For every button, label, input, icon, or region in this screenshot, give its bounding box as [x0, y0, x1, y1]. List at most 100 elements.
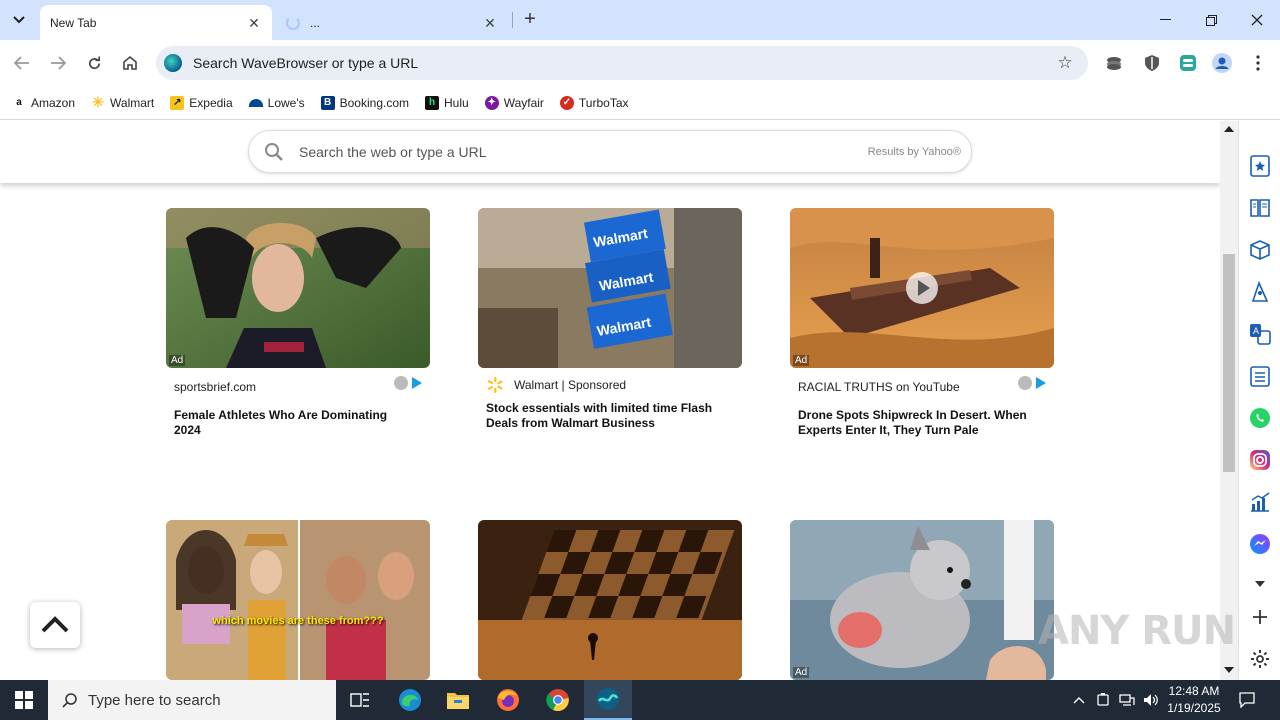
taskbar-search-box[interactable]: Type here to search — [48, 680, 336, 720]
ad-choice-icons[interactable] — [1018, 376, 1046, 390]
wavebrowser-taskbar-icon[interactable] — [584, 680, 632, 720]
card-title[interactable]: Stock essentials with limited time Flash… — [486, 401, 726, 431]
bookmark-amazon[interactable]: a Amazon — [12, 95, 76, 110]
settings-gear-icon[interactable] — [1248, 647, 1272, 671]
tray-chevron-up-icon[interactable] — [1068, 680, 1090, 720]
file-explorer-icon[interactable] — [434, 680, 482, 720]
page-scrollbar[interactable] — [1220, 121, 1238, 680]
chrome-icon[interactable] — [534, 680, 582, 720]
package-box-icon[interactable] — [1248, 238, 1272, 262]
tab-search-chevron-icon[interactable] — [6, 7, 32, 33]
bookmark-hulu[interactable]: h Hulu — [425, 95, 469, 110]
shopping-tag-icon[interactable] — [1248, 280, 1272, 304]
card-thumbnail[interactable]: Ad — [166, 208, 430, 368]
news-card[interactable]: Ad sportsbrief.com Female Athletes Who A… — [166, 208, 430, 437]
reload-icon[interactable] — [80, 49, 108, 77]
reading-list-icon[interactable] — [1248, 196, 1272, 220]
clock-time: 12:48 AM — [1168, 684, 1220, 698]
ad-info-icon[interactable] — [1018, 376, 1032, 390]
taskbar-clock[interactable]: 12:48 AM 1/19/2025 — [1162, 683, 1226, 717]
browser-toolbar: Search WaveBrowser or type a URL ☆ — [0, 40, 1280, 86]
card-title[interactable]: Drone Spots Shipwreck In Desert. When Ex… — [798, 408, 1038, 438]
task-view-icon[interactable] — [336, 680, 384, 720]
forward-arrow-icon[interactable] — [44, 49, 72, 77]
card-thumbnail[interactable]: which movies are these from??? — [166, 520, 430, 680]
windows-taskbar: Type here to search 12:48 AM 1/19/2025 — [0, 680, 1280, 720]
volume-icon[interactable] — [1140, 680, 1162, 720]
adchoices-icon[interactable] — [1036, 377, 1046, 389]
wave-extension-icon[interactable] — [1102, 51, 1126, 75]
bookmark-label: Booking.com — [339, 95, 409, 110]
edge-browser-icon[interactable] — [386, 680, 434, 720]
bookmark-lowes[interactable]: Lowe's — [248, 96, 305, 110]
tray-device-icon[interactable] — [1092, 680, 1114, 720]
profile-avatar-icon[interactable] — [1210, 51, 1234, 75]
home-icon[interactable] — [116, 49, 144, 77]
news-card[interactable] — [478, 520, 742, 680]
tab-close-icon[interactable]: ✕ — [246, 15, 262, 31]
scroll-up-arrow-icon[interactable] — [1224, 126, 1234, 132]
address-bar-placeholder: Search WaveBrowser or type a URL — [193, 55, 419, 71]
card-thumbnail[interactable]: Ad — [790, 520, 1054, 680]
bookmark-wayfair[interactable]: ✦ Wayfair — [484, 95, 544, 110]
bookmark-booking[interactable]: B Booking.com — [320, 95, 409, 110]
page-search-input[interactable] — [299, 143, 868, 160]
messenger-icon[interactable] — [1248, 532, 1272, 556]
news-card[interactable]: Ad — [790, 520, 1054, 680]
checklist-icon[interactable] — [1248, 364, 1272, 388]
instagram-icon[interactable] — [1248, 448, 1272, 472]
scroll-down-arrow-icon[interactable] — [1224, 667, 1234, 673]
shield-icon[interactable] — [1140, 51, 1164, 75]
walmart-icon: ✳ — [91, 94, 106, 110]
close-window-button[interactable] — [1234, 0, 1280, 40]
tab-new-tab[interactable]: New Tab ✕ — [40, 5, 272, 40]
minimize-button[interactable] — [1142, 0, 1188, 40]
tab-close-icon[interactable]: ✕ — [482, 15, 498, 31]
notification-center-icon[interactable] — [1232, 680, 1262, 720]
card-thumbnail[interactable]: Ad — [790, 208, 1054, 368]
scroll-to-top-button[interactable] — [30, 602, 80, 648]
tab-title: ... — [310, 15, 321, 30]
video-play-icon[interactable] — [906, 272, 938, 304]
toggle-extension-icon[interactable] — [1176, 51, 1200, 75]
wayfair-icon: ✦ — [484, 95, 499, 110]
bookmark-expedia[interactable]: ↗ Expedia — [170, 95, 233, 110]
restore-button[interactable] — [1188, 0, 1234, 40]
address-bar[interactable]: Search WaveBrowser or type a URL ☆ — [156, 46, 1088, 80]
amazon-icon: a — [12, 95, 26, 110]
network-icon[interactable] — [1116, 680, 1138, 720]
ad-badge: Ad — [793, 355, 810, 366]
card-title[interactable]: Female Athletes Who Are Dominating 2024 — [174, 408, 414, 438]
bookmark-turbotax[interactable]: ✓ TurboTax — [559, 95, 629, 110]
ad-choice-icons[interactable] — [394, 376, 422, 390]
more-sidebar-caret-icon[interactable] — [1248, 572, 1272, 596]
adchoices-icon[interactable] — [412, 377, 422, 389]
kebab-menu-icon[interactable] — [1246, 51, 1270, 75]
new-tab-button[interactable]: + — [518, 8, 542, 32]
tab-loading[interactable]: ... ✕ — [276, 5, 508, 40]
chevron-up-icon — [41, 616, 69, 633]
scrollbar-thumb[interactable] — [1223, 254, 1235, 472]
bookmark-walmart[interactable]: ✳ Walmart — [91, 94, 154, 110]
card-thumbnail[interactable] — [478, 520, 742, 680]
add-sidebar-item-icon[interactable] — [1248, 605, 1272, 629]
bookmark-label: Amazon — [31, 95, 76, 110]
news-card[interactable]: which movies are these from??? — [166, 520, 430, 680]
card-thumbnail[interactable]: Walmart Walmart Walmart — [478, 208, 742, 368]
news-card[interactable]: Walmart Walmart Walmart Walmart | Sponso… — [478, 208, 742, 430]
windows-start-icon[interactable] — [0, 680, 48, 720]
translate-icon[interactable]: A — [1248, 322, 1272, 346]
wavebrowser-logo-icon — [164, 54, 182, 72]
news-card[interactable]: Ad RACIAL TRUTHS on YouTube Drone Spots … — [790, 208, 1054, 437]
page-search-box[interactable]: Results by Yahoo® — [248, 130, 972, 173]
firefox-icon[interactable] — [484, 680, 532, 720]
back-arrow-icon[interactable] — [8, 49, 36, 77]
ad-info-icon[interactable] — [394, 376, 408, 390]
bookmark-star-icon[interactable]: ☆ — [1050, 53, 1080, 73]
bookmarks-panel-icon[interactable] — [1248, 154, 1272, 178]
bookmark-label: Wayfair — [503, 95, 544, 110]
whatsapp-icon[interactable] — [1248, 406, 1272, 430]
hulu-icon: h — [425, 95, 439, 110]
stock-chart-icon[interactable] — [1248, 490, 1272, 514]
search-icon — [62, 693, 77, 708]
